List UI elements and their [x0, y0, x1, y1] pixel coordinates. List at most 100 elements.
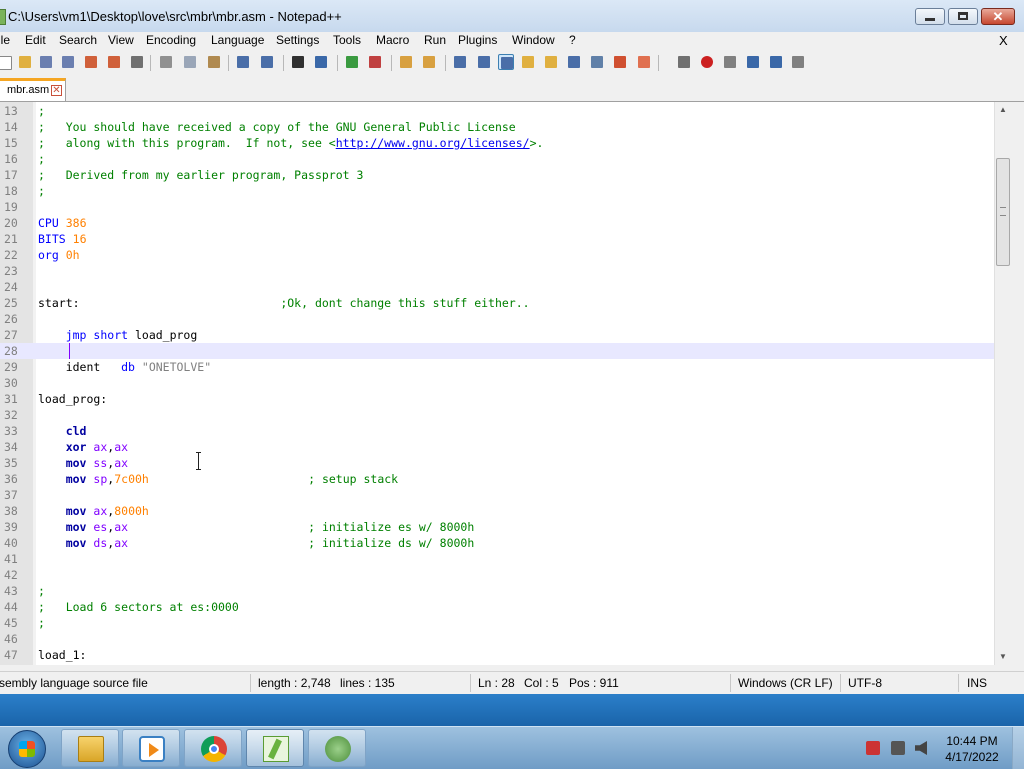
code-line[interactable]: 16;	[0, 151, 994, 167]
maximize-button[interactable]	[948, 8, 978, 25]
find-button[interactable]	[290, 54, 306, 70]
code-line[interactable]: 40 mov ds,ax ; initialize ds w/ 8000h	[0, 535, 994, 551]
undo-button[interactable]	[235, 54, 251, 70]
code-line[interactable]: 45;	[0, 615, 994, 631]
menu-window[interactable]: Window	[512, 33, 555, 47]
menu-search[interactable]: Search	[59, 33, 97, 47]
redo-button[interactable]	[259, 54, 275, 70]
volume-icon[interactable]	[915, 741, 927, 755]
close-button[interactable]	[83, 54, 99, 70]
indent-guide-button[interactable]	[498, 54, 514, 70]
scroll-up-icon[interactable]: ▲	[995, 102, 1011, 118]
taskbar-explorer[interactable]	[61, 729, 119, 767]
code-line[interactable]: 41	[0, 551, 994, 567]
code-line[interactable]: 36 mov sp,7c00h ; setup stack	[0, 471, 994, 487]
record-macro-button[interactable]	[699, 54, 715, 70]
word-wrap-button[interactable]	[452, 54, 468, 70]
sync-vertical-button[interactable]	[398, 54, 414, 70]
menu-file[interactable]: ile	[0, 33, 10, 47]
eye-button[interactable]	[676, 54, 692, 70]
doc-switcher-button[interactable]	[589, 54, 605, 70]
code-line[interactable]: 18;	[0, 183, 994, 199]
define-lang-button[interactable]	[612, 54, 628, 70]
taskbar-media-player[interactable]	[122, 729, 180, 767]
close-all-button[interactable]	[106, 54, 122, 70]
code-line[interactable]: 46	[0, 631, 994, 647]
start-button[interactable]	[8, 730, 46, 768]
menu-language[interactable]: Language	[211, 33, 264, 47]
code-line[interactable]: 44 ; Load 6 sectors at es:0000	[0, 599, 994, 615]
menu-tools[interactable]: Tools	[333, 33, 361, 47]
token-link[interactable]: http://www.gnu.org/licenses/	[336, 136, 530, 150]
save-all-button[interactable]	[60, 54, 76, 70]
taskbar-notepad-plus-plus[interactable]	[246, 729, 304, 767]
show-all-chars-button[interactable]	[476, 54, 492, 70]
menu-edit[interactable]: Edit	[25, 33, 46, 47]
code-line[interactable]: 27 jmp short load_prog	[0, 327, 994, 343]
tab-close-icon[interactable]: ✕	[51, 85, 62, 96]
code-line[interactable]: 23	[0, 263, 994, 279]
menu-plugins[interactable]: Plugins	[458, 33, 497, 47]
code-line[interactable]: 39 mov es,ax ; initialize es w/ 8000h	[0, 519, 994, 535]
open-file-button[interactable]	[17, 54, 33, 70]
close-window-button[interactable]: ✕	[981, 8, 1015, 25]
code-line[interactable]: 28	[0, 343, 994, 359]
save-macro-button[interactable]	[790, 54, 806, 70]
menu-help[interactable]: ?	[569, 33, 576, 47]
copy-button[interactable]	[182, 54, 198, 70]
menu-view[interactable]: View	[108, 33, 134, 47]
code-line[interactable]: 22 org 0h	[0, 247, 994, 263]
code-line[interactable]: 17 ; Derived from my earlier program, Pas…	[0, 167, 994, 183]
replace-button[interactable]	[313, 54, 329, 70]
code-editor[interactable]: 13; 14; You should have received a copy o…	[0, 102, 994, 665]
network-icon[interactable]	[891, 741, 905, 755]
code-line[interactable]: 42	[0, 567, 994, 583]
function-list-button[interactable]	[543, 54, 559, 70]
status-insert-mode[interactable]: INS	[967, 676, 987, 690]
code-line[interactable]: 47 load_1:	[0, 647, 994, 663]
code-line[interactable]: 38 mov ax,8000h	[0, 503, 994, 519]
show-desktop-button[interactable]	[1012, 727, 1024, 769]
code-line[interactable]: 33 cld	[0, 423, 994, 439]
code-line[interactable]: 14 ; You should have received a copy of t…	[0, 119, 994, 135]
sync-horizontal-button[interactable]	[421, 54, 437, 70]
taskbar-other-app[interactable]	[308, 729, 366, 767]
action-center-icon[interactable]	[866, 741, 880, 755]
code-line[interactable]: 24	[0, 279, 994, 295]
minimize-button[interactable]	[915, 8, 945, 25]
tab-mbr-asm[interactable]: mbr.asm ✕	[0, 78, 66, 101]
run-macro-multiple-button[interactable]	[768, 54, 784, 70]
play-macro-button[interactable]	[745, 54, 761, 70]
code-line[interactable]: 20 CPU 386	[0, 215, 994, 231]
save-button[interactable]	[38, 54, 54, 70]
close-document-button[interactable]: X	[999, 33, 1008, 48]
print-button[interactable]	[129, 54, 145, 70]
zoom-out-button[interactable]	[367, 54, 383, 70]
title-bar[interactable]: C:\Users\vm1\Desktop\love\src\mbr\mbr.as…	[0, 0, 1024, 33]
menu-encoding[interactable]: Encoding	[146, 33, 196, 47]
doc-map-button[interactable]	[520, 54, 536, 70]
clock-time[interactable]: 10:44 PM	[940, 734, 1004, 748]
scroll-down-icon[interactable]: ▼	[995, 649, 1011, 665]
code-line[interactable]: 25 start: ;Ok, dont change this stuff eit…	[0, 295, 994, 311]
clock-date[interactable]: 4/17/2022	[940, 750, 1004, 764]
code-line[interactable]: 26	[0, 311, 994, 327]
code-line[interactable]: 31 load_prog:	[0, 391, 994, 407]
zoom-in-button[interactable]	[344, 54, 360, 70]
scrollbar-thumb[interactable]	[996, 158, 1010, 266]
code-line[interactable]: 13;	[0, 103, 994, 119]
code-line[interactable]: 15 ; along with this program. If not, see…	[0, 135, 994, 151]
new-file-button[interactable]	[0, 54, 12, 70]
code-line[interactable]: 29 ident db "ONETOLVE"	[0, 359, 994, 375]
code-line[interactable]: 43;	[0, 583, 994, 599]
taskbar-chrome[interactable]	[184, 729, 242, 767]
paste-button[interactable]	[206, 54, 222, 70]
code-line[interactable]: 35 mov ss,ax	[0, 455, 994, 471]
vertical-scrollbar[interactable]: ▲ ▼	[994, 102, 1011, 665]
code-line[interactable]: 21 BITS 16	[0, 231, 994, 247]
monitoring-button[interactable]	[636, 54, 652, 70]
stop-macro-button[interactable]	[722, 54, 738, 70]
menu-run[interactable]: Run	[424, 33, 446, 47]
code-line[interactable]: 30	[0, 375, 994, 391]
code-line[interactable]: 37	[0, 487, 994, 503]
